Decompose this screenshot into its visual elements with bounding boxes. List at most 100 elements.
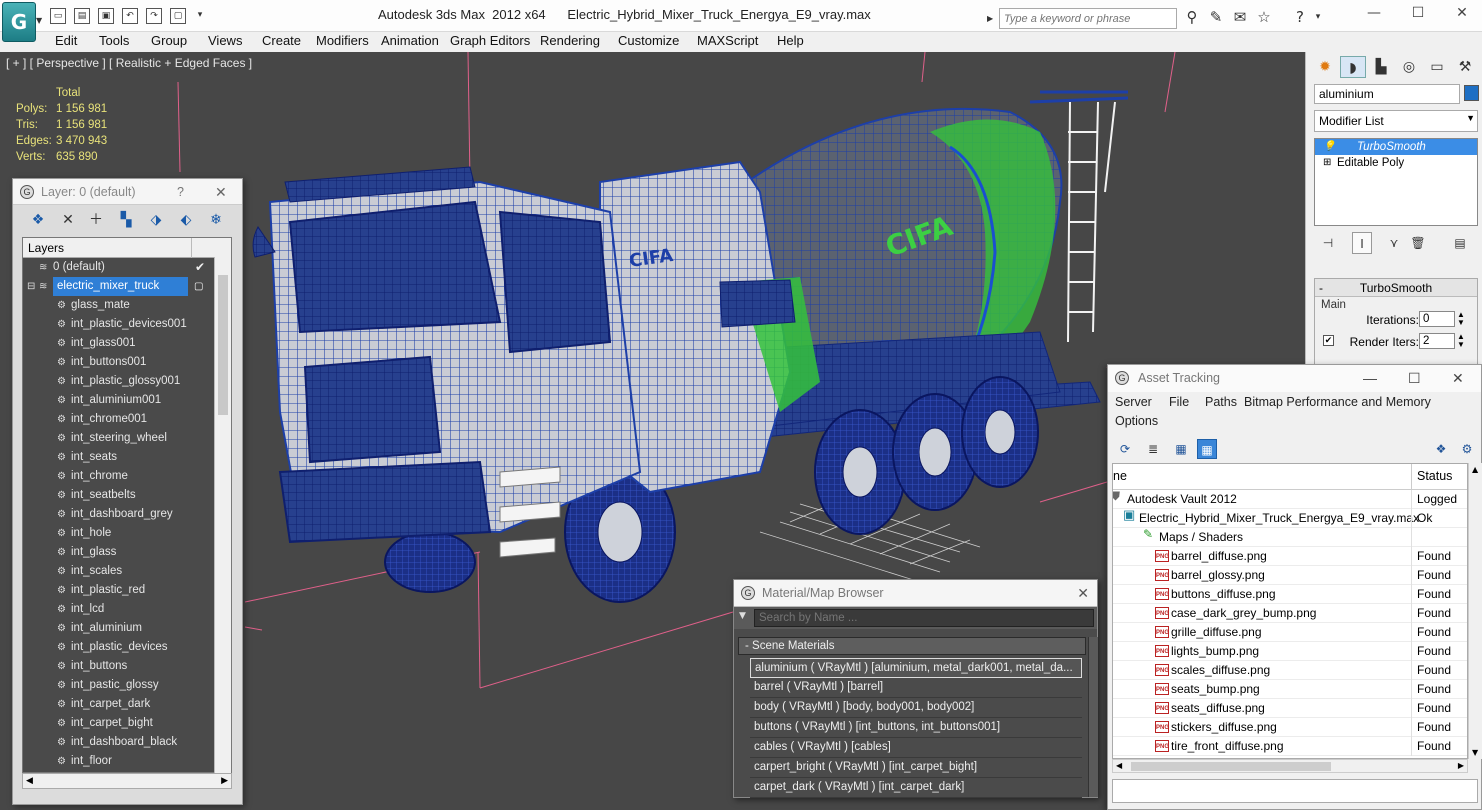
layer-row[interactable]: ⚙ int_carpet_bight: [23, 714, 231, 733]
menu-tools[interactable]: Tools: [99, 33, 129, 48]
menu-customize[interactable]: Customize: [618, 33, 679, 48]
asset-row[interactable]: PNG barrel_glossy.png Found: [1113, 566, 1467, 585]
pin-stack-icon[interactable]: ⊣: [1318, 232, 1338, 254]
layer-row[interactable]: ⚙ int_aluminium: [23, 619, 231, 638]
material-row[interactable]: barrel ( VRayMtl ) [barrel]: [750, 678, 1082, 698]
asset-row[interactable]: PNG buttons_diffuse.png Found: [1113, 585, 1467, 604]
motion-tab-icon[interactable]: ◎: [1396, 56, 1422, 78]
scroll-thumb[interactable]: [218, 275, 228, 415]
scroll-right-icon[interactable]: ▶: [221, 776, 228, 786]
search-expand-icon[interactable]: ▶: [987, 8, 999, 29]
layer-row[interactable]: ⚙ int_buttons001: [23, 353, 231, 372]
layer-row[interactable]: ⚙ int_plastic_devices: [23, 638, 231, 657]
help-icon[interactable]: ?: [1290, 8, 1310, 26]
layer-vertical-scrollbar[interactable]: [214, 257, 231, 773]
refresh-icon[interactable]: ⟳: [1115, 439, 1135, 459]
new-layer-icon[interactable]: ❖: [27, 209, 49, 231]
asset-row[interactable]: PNG stickers_diffuse.png Found: [1113, 718, 1467, 737]
table-view-icon[interactable]: ▦: [1197, 439, 1217, 459]
layer-row[interactable]: ⚙ int_pastic_glossy: [23, 676, 231, 695]
spinner-icon[interactable]: ▲ ▼: [1457, 311, 1465, 327]
object-color-swatch[interactable]: [1464, 85, 1479, 101]
maximize-icon[interactable]: ☐: [1408, 5, 1428, 21]
dialog-title-bar[interactable]: G Material/Map Browser ✕: [734, 580, 1097, 607]
highlight-layer-icon[interactable]: ⬗: [145, 209, 167, 231]
new-file-icon[interactable]: ▭: [50, 8, 66, 24]
vault-settings-icon[interactable]: ⚙: [1457, 439, 1477, 459]
lightbulb-icon[interactable]: 💡: [1323, 139, 1335, 155]
layer-row[interactable]: ⚙ int_chrome: [23, 467, 231, 486]
layer-row[interactable]: ⚙ int_seats: [23, 448, 231, 467]
collapse-minus-icon[interactable]: ⊟: [27, 277, 35, 296]
layer-row[interactable]: ⚙ int_plastic_red: [23, 581, 231, 600]
maximize-icon[interactable]: ☐: [1408, 365, 1421, 392]
material-row[interactable]: carpet_dark ( VRayMtl ) [int_carpet_dark…: [750, 778, 1082, 798]
menu-create[interactable]: Create: [262, 33, 301, 48]
chevron-down-icon[interactable]: ▼: [36, 16, 42, 25]
hide-all-icon[interactable]: ⬖: [175, 209, 197, 231]
menu-server[interactable]: Server: [1115, 395, 1152, 409]
menu-bitmap-performance[interactable]: Bitmap Performance and Memory: [1244, 395, 1431, 409]
iterations-field[interactable]: 0: [1419, 311, 1455, 327]
binoculars-icon[interactable]: ⚲: [1182, 8, 1202, 26]
menu-help[interactable]: Help: [777, 33, 804, 48]
scroll-up-icon[interactable]: ▲: [1472, 465, 1478, 474]
scroll-right-icon[interactable]: ▶: [1458, 761, 1464, 770]
layer-row[interactable]: ⚙ int_glass001: [23, 334, 231, 353]
stack-item-turbosmooth[interactable]: 💡 TurboSmooth: [1315, 139, 1477, 155]
object-name-field[interactable]: [1314, 84, 1460, 104]
close-icon[interactable]: ✕: [1452, 5, 1472, 21]
scroll-left-icon[interactable]: ◀: [1116, 761, 1122, 770]
thumbnail-view-icon[interactable]: ▦: [1171, 439, 1191, 459]
menu-maxscript[interactable]: MAXScript: [697, 33, 758, 48]
menu-modifiers[interactable]: Modifiers: [316, 33, 369, 48]
minimize-icon[interactable]: —: [1363, 365, 1377, 392]
close-icon[interactable]: ✕: [1452, 365, 1464, 392]
redo-icon[interactable]: ↷: [146, 8, 162, 24]
material-scrollbar[interactable]: [1088, 637, 1098, 797]
app-menu-button[interactable]: G: [2, 2, 36, 42]
asset-row[interactable]: PNG scales_diffuse.png Found: [1113, 661, 1467, 680]
close-icon[interactable]: ✕: [1077, 580, 1089, 607]
asset-vertical-scrollbar[interactable]: ▲ ▼: [1468, 463, 1482, 759]
expand-plus-icon[interactable]: ⊞: [1323, 155, 1331, 171]
layers-column-header[interactable]: Layers: [23, 238, 231, 258]
layer-row[interactable]: ⚙ int_dashboard_black: [23, 733, 231, 752]
hierarchy-tab-icon[interactable]: ▙: [1368, 56, 1394, 78]
modifier-stack[interactable]: 💡 TurboSmooth ⊞ Editable Poly: [1314, 138, 1478, 226]
display-tab-icon[interactable]: ▭: [1424, 56, 1450, 78]
make-unique-icon[interactable]: ⋎: [1384, 232, 1404, 254]
communication-icon[interactable]: ✉: [1230, 8, 1250, 26]
asset-row[interactable]: PNG barrel_diffuse.png Found: [1113, 547, 1467, 566]
material-row[interactable]: cables ( VRayMtl ) [cables]: [750, 738, 1082, 758]
rollout-header[interactable]: - TurboSmooth: [1315, 279, 1477, 297]
open-file-icon[interactable]: ▤: [74, 8, 90, 24]
asset-row[interactable]: PNG case_dark_grey_bump.png Found: [1113, 604, 1467, 623]
favorites-star-icon[interactable]: ☆: [1254, 8, 1274, 26]
scroll-left-icon[interactable]: ◀: [26, 776, 33, 786]
scene-materials-group[interactable]: - Scene Materials: [738, 637, 1086, 655]
asset-horizontal-scrollbar[interactable]: ◀ ▶: [1112, 759, 1468, 773]
options-dropdown-icon[interactable]: ▼: [739, 611, 746, 621]
layer-row[interactable]: ⚙ int_dashboard_grey: [23, 505, 231, 524]
close-icon[interactable]: ✕: [215, 179, 227, 205]
menu-group[interactable]: Group: [151, 33, 187, 48]
list-view-icon[interactable]: ≣: [1143, 439, 1163, 459]
menu-animation[interactable]: Animation: [381, 33, 439, 48]
save-file-icon[interactable]: ▣: [98, 8, 114, 24]
modify-tab-icon[interactable]: ◗: [1340, 56, 1366, 78]
show-end-result-icon[interactable]: Ι: [1352, 232, 1372, 254]
minimize-icon[interactable]: —: [1364, 5, 1384, 21]
scroll-thumb[interactable]: [1131, 762, 1331, 771]
menu-rendering[interactable]: Rendering: [540, 33, 600, 48]
delete-layer-icon[interactable]: ✕: [57, 209, 79, 231]
layer-row[interactable]: ⚙ int_chrome001: [23, 410, 231, 429]
quick-access-dropdown-icon[interactable]: ▾: [192, 8, 208, 24]
layer-horizontal-scrollbar[interactable]: ◀ ▶: [22, 773, 232, 789]
layer-row[interactable]: ≋ 0 (default) ✔: [23, 258, 231, 277]
asset-row[interactable]: PNG tire_front_diffuse.png Found: [1113, 737, 1467, 756]
layer-row[interactable]: ⚙ int_floor: [23, 752, 231, 771]
menu-paths[interactable]: Paths: [1205, 395, 1237, 409]
layer-row[interactable]: ⚙ int_steering_wheel: [23, 429, 231, 448]
modifier-list-dropdown[interactable]: Modifier List ▼: [1314, 110, 1478, 132]
